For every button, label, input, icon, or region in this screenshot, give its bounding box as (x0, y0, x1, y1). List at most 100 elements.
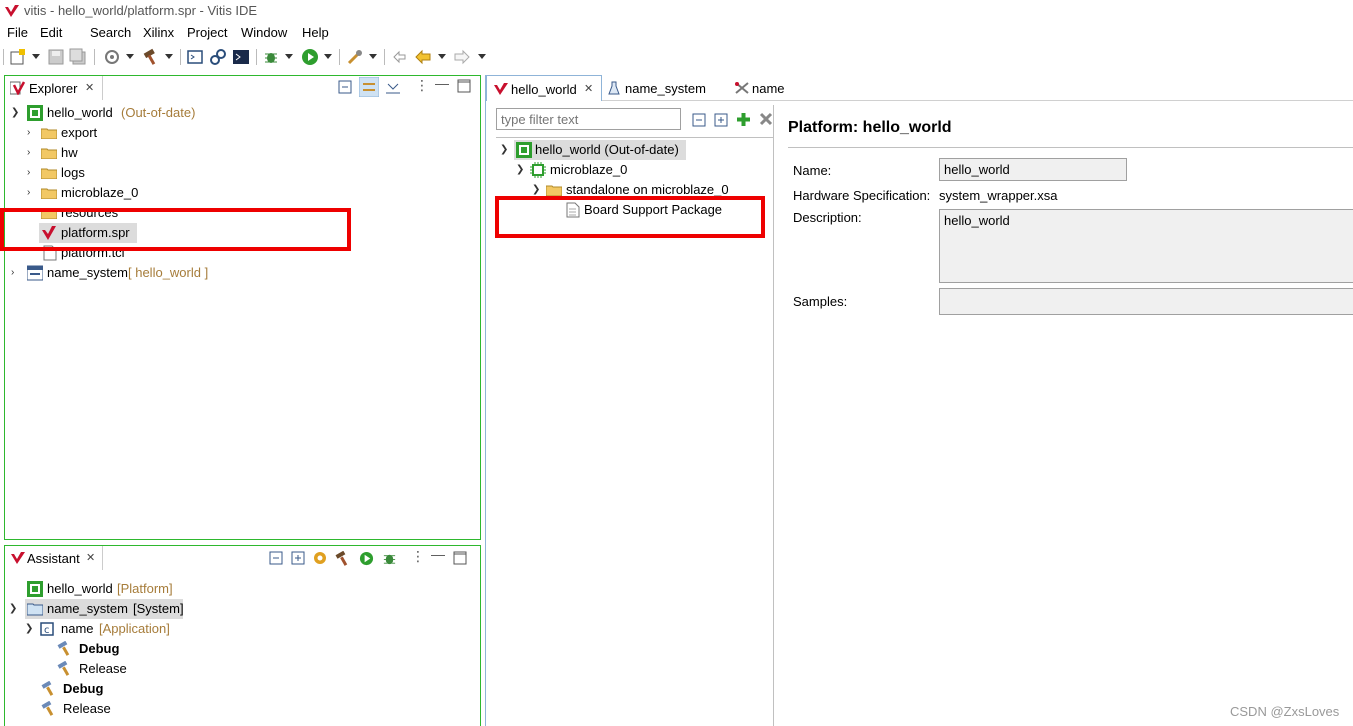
last-edit-icon[interactable] (390, 48, 408, 66)
run-icon[interactable] (359, 551, 374, 566)
terminal-icon[interactable] (232, 48, 250, 66)
description-field[interactable]: hello_world (939, 209, 1353, 283)
expand-all-icon[interactable] (714, 113, 728, 127)
build-hammer-icon[interactable] (335, 551, 351, 567)
expand-all-icon[interactable] (291, 551, 305, 565)
assistant-kind: [Application] (99, 621, 170, 636)
tree-item-hw[interactable]: › hw (27, 143, 467, 163)
watermark: CSDN @ZxsLoves (1230, 704, 1340, 719)
add-icon[interactable] (736, 112, 751, 127)
build-hammer-icon (41, 681, 54, 696)
tree-label: logs (61, 165, 85, 180)
console-icon[interactable] (186, 48, 204, 66)
assistant-item-application[interactable]: ❯ c name [Application] (25, 619, 325, 639)
build-hammer-icon (57, 641, 70, 656)
maximize-icon[interactable] (453, 551, 467, 565)
debug-bug-icon[interactable] (382, 551, 397, 566)
vitis-logo-icon (494, 83, 508, 95)
assistant-item-release[interactable]: Release (57, 659, 257, 679)
svg-text:c: c (44, 625, 50, 636)
assistant-label: hello_world (47, 581, 113, 596)
description-label: Description: (793, 210, 862, 225)
assistant-item-system[interactable]: ❯ name_system [System] (9, 599, 309, 619)
forward-arrow-icon[interactable] (453, 48, 471, 66)
platform-icon (516, 142, 532, 158)
outline-label: microblaze_0 (550, 162, 628, 177)
tree-item-microblaze[interactable]: › microblaze_0 (27, 183, 467, 203)
run-icon[interactable] (301, 48, 319, 66)
tab-label: hello_world (511, 82, 577, 97)
minimize-icon[interactable]: — (431, 546, 445, 562)
hw-spec-value: system_wrapper.xsa (939, 188, 1058, 203)
editor-tab-name-system[interactable]: name_system (606, 75, 726, 101)
folder-icon (41, 168, 57, 179)
tools-icon[interactable] (346, 48, 364, 66)
folder-icon (41, 148, 57, 159)
highlight-box-bsp (495, 196, 765, 238)
explorer-tab-label: Explorer (29, 81, 78, 96)
outline-item-cpu[interactable]: ❯ microblaze_0 (516, 160, 756, 180)
assistant-label: Debug (79, 641, 120, 656)
menu-search[interactable]: Search (90, 25, 131, 40)
assistant-label: Release (63, 701, 111, 716)
maximize-icon[interactable] (457, 79, 471, 93)
tree-item-hello-world[interactable]: ❯ hello_world (Out-of-date) (11, 103, 471, 123)
close-icon[interactable]: ✕ (86, 551, 95, 564)
menu-project[interactable]: Project (187, 25, 227, 40)
samples-field[interactable] (939, 288, 1353, 315)
assistant-tab[interactable]: Assistant ✕ (5, 546, 103, 570)
assistant-item-system-debug[interactable]: Debug (41, 679, 241, 699)
main-toolbar (0, 43, 1353, 72)
project-name: hello_world (47, 105, 113, 120)
assistant-item-system-release[interactable]: Release (41, 699, 241, 719)
collapse-all-icon[interactable] (692, 113, 706, 127)
editor-tab-hello-world[interactable]: hello_world ✕ (486, 75, 602, 101)
tree-label: export (61, 125, 98, 140)
assistant-label: name_system (47, 601, 128, 616)
build-hammer-icon[interactable] (142, 48, 160, 66)
view-menu-icon[interactable]: ⋮ (411, 548, 425, 565)
tree-item-name-system[interactable]: › name_system [ hello_world ] (11, 263, 471, 283)
editor-tab-name[interactable]: name (732, 75, 812, 101)
folder-icon (41, 188, 57, 199)
settings-gear-icon[interactable] (313, 551, 327, 565)
view-menu-icon[interactable]: ⋮ (415, 77, 429, 94)
menu-xilinx[interactable]: Xilinx (143, 25, 174, 40)
tree-item-export[interactable]: › export (27, 123, 467, 143)
assistant-tab-label: Assistant (27, 551, 80, 566)
name-field[interactable]: hello_world (939, 158, 1127, 181)
menu-file[interactable]: File (7, 25, 28, 40)
collapse-all-icon[interactable] (269, 551, 283, 565)
platform-overview: Platform: hello_world Name: hello_world … (788, 105, 1353, 726)
save-icon[interactable] (47, 48, 65, 66)
assistant-kind: [System] (133, 601, 184, 616)
outline-label: standalone on microblaze_0 (566, 182, 729, 197)
assistant-item-debug[interactable]: Debug (57, 639, 257, 659)
remove-icon[interactable] (759, 112, 773, 126)
title-bar: vitis - hello_world/platform.spr - Vitis… (0, 0, 1353, 22)
new-icon[interactable] (9, 48, 27, 66)
close-icon[interactable]: ✕ (584, 82, 593, 95)
link-icon[interactable] (209, 48, 227, 66)
target-icon[interactable] (103, 48, 121, 66)
back-arrow-icon[interactable] (414, 48, 432, 66)
tab-label: name (752, 81, 785, 96)
outline-item-root[interactable]: ❯ hello_world (Out-of-date) (500, 140, 760, 160)
assistant-item-platform[interactable]: hello_world [Platform] (25, 579, 325, 599)
tree-item-logs[interactable]: › logs (27, 163, 467, 183)
filter-input[interactable] (496, 108, 681, 130)
menu-window[interactable]: Window (241, 25, 287, 40)
link-with-editor-icon[interactable] (359, 77, 379, 97)
save-all-icon[interactable] (69, 48, 87, 66)
build-hammer-icon (41, 701, 54, 716)
outline-label: hello_world (Out-of-date) (535, 142, 679, 157)
minimize-icon[interactable]: — (435, 75, 449, 91)
platform-icon (27, 581, 43, 597)
menu-edit[interactable]: Edit (40, 25, 62, 40)
menu-help[interactable]: Help (302, 25, 329, 40)
filter-icon[interactable] (385, 79, 401, 95)
explorer-tab[interactable]: Explorer ✕ (5, 76, 103, 100)
collapse-all-icon[interactable] (337, 79, 353, 95)
debug-bug-icon[interactable] (262, 48, 280, 66)
close-icon[interactable]: ✕ (85, 81, 94, 94)
